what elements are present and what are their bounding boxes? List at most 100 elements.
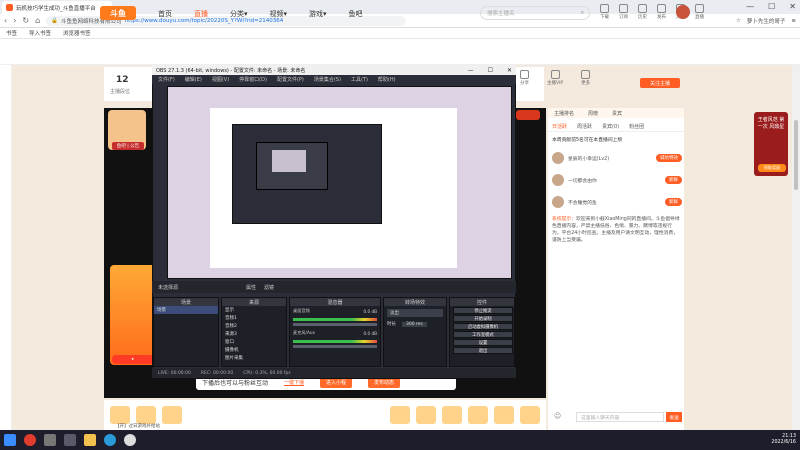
- studio-mode-button[interactable]: 工作室模式: [453, 331, 513, 338]
- obs-menu-help[interactable]: 帮助(H): [378, 76, 396, 83]
- app-icon[interactable]: [44, 434, 56, 446]
- folder-icon[interactable]: [84, 434, 96, 446]
- gift-icon[interactable]: [136, 406, 156, 424]
- nav-game[interactable]: 游戏▾: [309, 9, 327, 19]
- minimize-button[interactable]: —: [746, 2, 754, 11]
- gift-icon[interactable]: [468, 406, 488, 424]
- source-item[interactable]: 来源3: [222, 330, 286, 338]
- duration-input[interactable]: 300 ms: [402, 321, 427, 327]
- tab-guest[interactable]: 贵宾(0): [602, 123, 619, 130]
- obs-menu-tools[interactable]: 工具(T): [351, 76, 368, 83]
- nav-category[interactable]: 分类▾: [230, 9, 248, 19]
- obs-icon[interactable]: [124, 434, 136, 446]
- scrollbar-thumb[interactable]: [794, 120, 798, 190]
- scene-item[interactable]: 场景: [154, 306, 218, 314]
- star-icon[interactable]: ☆: [736, 18, 741, 24]
- bookmark-item[interactable]: 浏览器书签: [63, 29, 91, 37]
- tab-weekly[interactable]: 周活跃: [577, 123, 592, 130]
- bookmark-item[interactable]: 导入书签: [29, 29, 51, 37]
- gift-icon[interactable]: [442, 406, 462, 424]
- home-icon[interactable]: ⌂: [35, 16, 40, 25]
- gift-icon[interactable]: [390, 406, 410, 424]
- tab-week[interactable]: 周榜: [588, 110, 598, 117]
- side-ad-button[interactable]: 领取奖励: [758, 164, 786, 172]
- nav-home[interactable]: 首页: [158, 9, 172, 19]
- interact-link[interactable]: 一键下播: [284, 379, 304, 386]
- bookmark-item[interactable]: 书签: [6, 29, 17, 37]
- tab-daily[interactable]: 日活跃: [552, 123, 567, 130]
- volume-slider[interactable]: [293, 345, 377, 348]
- gift-icon[interactable]: [494, 406, 514, 424]
- douyu-logo[interactable]: 斗鱼: [100, 6, 136, 20]
- menu-icon[interactable]: ≡: [791, 18, 796, 24]
- rank-row[interactable]: 星辰的小幸运(Lv2) 城坑特效: [552, 150, 682, 166]
- maximize-button[interactable]: ☐: [768, 2, 775, 11]
- signin-activity-banner[interactable]: [110, 265, 156, 365]
- browser-icon[interactable]: [104, 434, 116, 446]
- user-avatar[interactable]: [676, 5, 690, 19]
- settings-button[interactable]: 设置: [453, 339, 513, 346]
- virtual-camera-button[interactable]: 启动虚拟摄像机: [453, 323, 513, 330]
- gift-icon[interactable]: [520, 406, 540, 424]
- exit-button[interactable]: 退出: [453, 347, 513, 354]
- search-icon[interactable]: ⌕: [581, 10, 584, 17]
- obs-menu-view[interactable]: 视图(V): [212, 76, 229, 83]
- close-button[interactable]: ✕: [789, 2, 796, 11]
- nav-video[interactable]: 视频▾: [270, 9, 288, 19]
- publish-icon[interactable]: 发布: [657, 4, 666, 20]
- source-item[interactable]: 音频2: [222, 322, 286, 330]
- subscribe-icon[interactable]: 订阅: [619, 4, 628, 20]
- history-icon[interactable]: 历史: [638, 4, 647, 20]
- emoji-icon[interactable]: ☺: [554, 412, 561, 420]
- rank-row[interactable]: 不会睡觉的鱼 新鲜: [552, 194, 682, 210]
- vip-icon[interactable]: 主播VIP: [547, 70, 563, 86]
- obs-menu-file[interactable]: 文件(F): [158, 76, 175, 83]
- properties-button[interactable]: 属性: [246, 284, 256, 291]
- obs-menu-docks[interactable]: 停靠窗口(D): [239, 76, 267, 83]
- refresh-icon[interactable]: ↻: [22, 16, 29, 25]
- filters-button[interactable]: 滤镜: [264, 284, 274, 291]
- source-item[interactable]: 显示: [222, 306, 286, 314]
- app-icon[interactable]: [24, 434, 36, 446]
- send-button[interactable]: 发送: [666, 412, 682, 422]
- forward-icon[interactable]: ›: [13, 16, 16, 25]
- source-item[interactable]: 摄像机: [222, 346, 286, 354]
- tab-rank[interactable]: 主播排名: [554, 110, 574, 117]
- signin-activity-button[interactable]: ▸: [112, 355, 154, 364]
- obs-menu-scenes[interactable]: 场景集合(S): [314, 76, 341, 83]
- tab-fans[interactable]: 粉丝团: [629, 123, 644, 130]
- taskbar-clock[interactable]: 21:13 2022/6/16: [771, 434, 796, 446]
- more-icon[interactable]: 更多: [581, 70, 591, 86]
- promo-badge[interactable]: [516, 110, 540, 120]
- start-icon[interactable]: [4, 434, 16, 446]
- gift-icon[interactable]: [416, 406, 436, 424]
- live-icon[interactable]: 直播: [695, 4, 704, 20]
- nav-live[interactable]: 直播: [194, 9, 208, 19]
- stop-streaming-button[interactable]: 停止推流: [453, 307, 513, 314]
- nav-yuba[interactable]: 鱼吧: [349, 9, 363, 19]
- search-input[interactable]: 搜索主播名 ⌕: [480, 6, 590, 20]
- browser-tab[interactable]: 玩机技巧学生成功_斗鱼直播平台 ✕: [2, 1, 112, 14]
- gift-icon[interactable]: [162, 406, 182, 424]
- start-recording-button[interactable]: 开始录制: [453, 315, 513, 322]
- source-item[interactable]: 音频1: [222, 314, 286, 322]
- app-icon[interactable]: [64, 434, 76, 446]
- obs-minimize-button[interactable]: —: [468, 67, 474, 74]
- share-icon[interactable]: 分享: [520, 70, 529, 86]
- obs-close-button[interactable]: ✕: [507, 67, 512, 74]
- rank-row[interactable]: 一切都会由你 新鲜: [552, 172, 682, 188]
- anchor-badge[interactable]: 鱼吧 | 公告: [112, 142, 144, 150]
- chat-input[interactable]: 这里输入聊天内容: [576, 412, 664, 422]
- back-icon[interactable]: ‹: [4, 16, 7, 25]
- obs-maximize-button[interactable]: ☐: [488, 67, 493, 74]
- follow-button[interactable]: 关注主播: [640, 78, 680, 88]
- volume-slider[interactable]: [293, 323, 377, 326]
- gift-icon[interactable]: [110, 406, 130, 424]
- source-item[interactable]: 图片采集: [222, 354, 286, 362]
- profile-name[interactable]: 萝卜先生的哥子: [747, 17, 786, 25]
- download-icon[interactable]: 下载: [600, 4, 609, 20]
- transition-select[interactable]: 淡出: [387, 309, 443, 317]
- tab-vip[interactable]: 贵宾: [612, 110, 622, 117]
- source-item[interactable]: 窗口: [222, 338, 286, 346]
- obs-menu-edit[interactable]: 编辑(E): [185, 76, 202, 83]
